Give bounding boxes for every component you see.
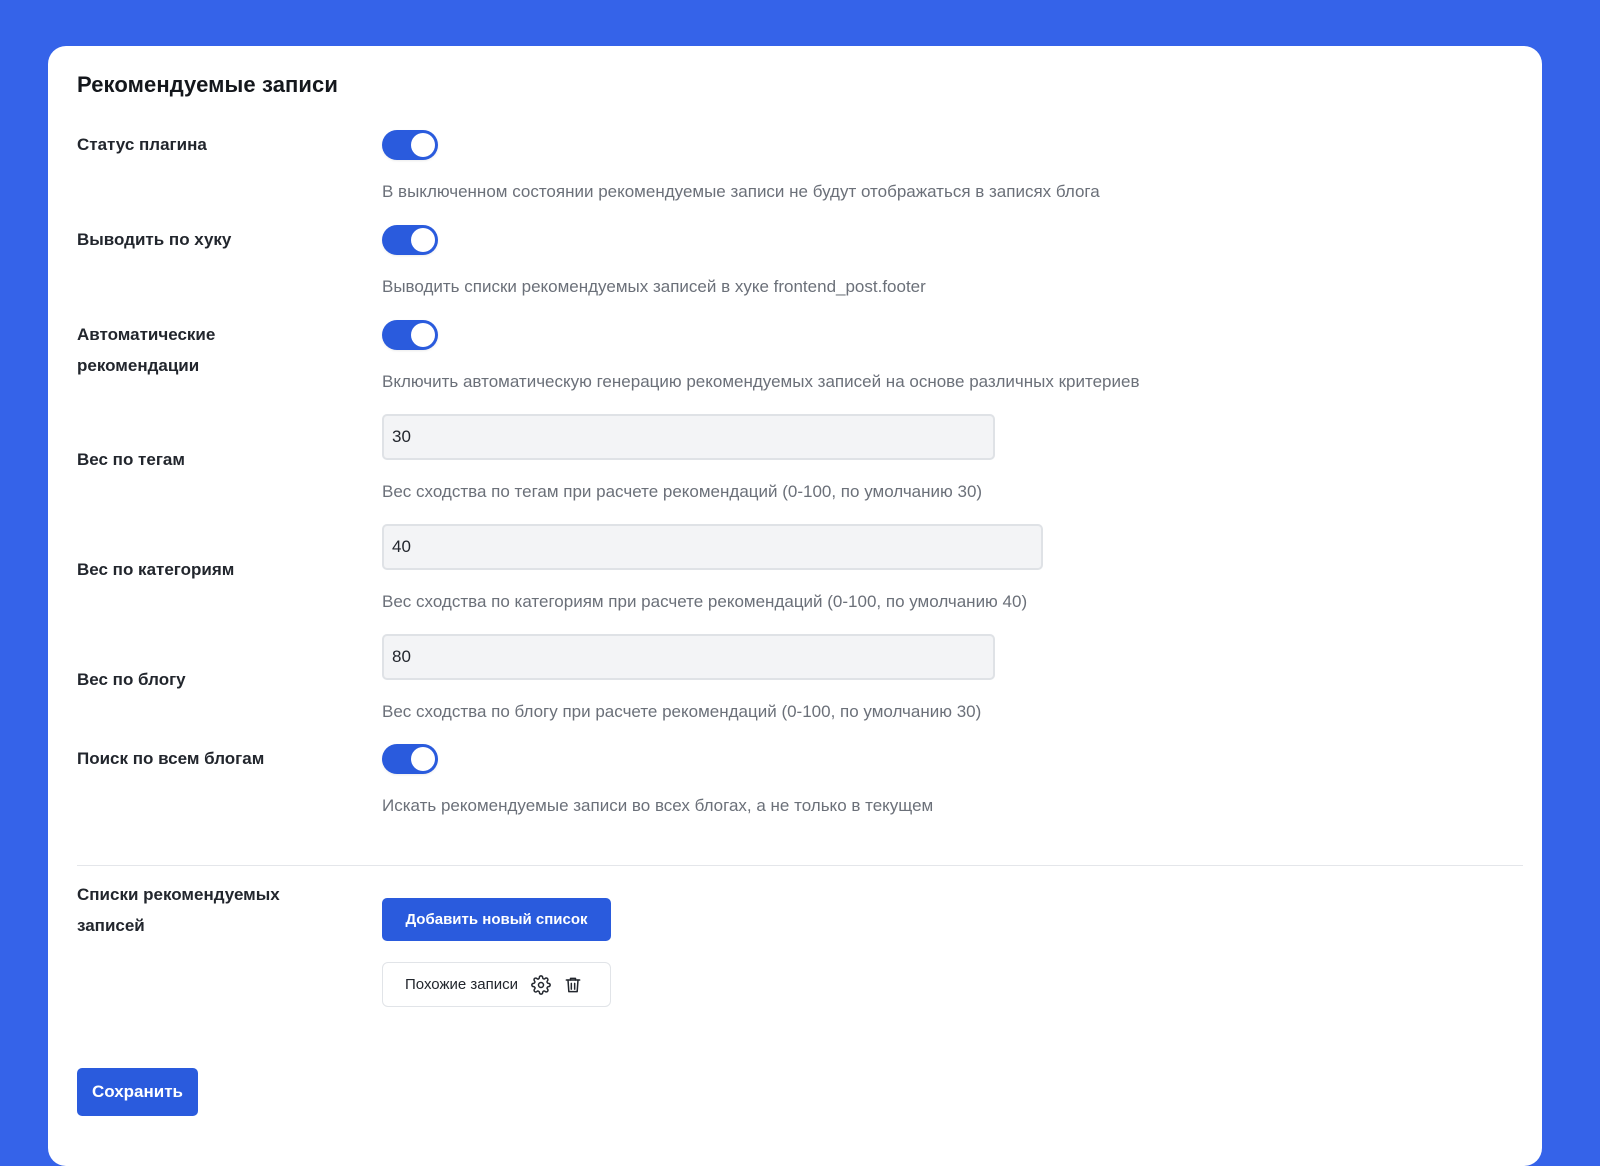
toggle-knob — [411, 747, 435, 771]
save-button[interactable]: Сохранить — [77, 1068, 198, 1116]
auto-recommendations-label-line1: Автоматические — [77, 325, 216, 344]
categories-weight-hint: Вес сходства по категориям при расчете р… — [382, 592, 1028, 611]
blog-weight-label: Вес по блогу — [77, 670, 186, 689]
hook-output-hint: Выводить списки рекомендуемых записей в … — [382, 277, 926, 296]
all-blogs-search-label: Поиск по всем блогам — [77, 749, 265, 768]
plugin-status-hint: В выключенном состоянии рекомендуемые за… — [382, 182, 1100, 201]
recommended-lists-label-line1: Списки рекомендуемых — [77, 885, 280, 904]
toggle-knob — [411, 133, 435, 157]
settings-card: Рекомендуемые записи Статус плагина В вы… — [48, 46, 1542, 1166]
list-item: Похожие записи — [382, 962, 611, 1007]
toggle-knob — [411, 323, 435, 347]
toggle-knob — [411, 228, 435, 252]
tags-weight-label: Вес по тегам — [77, 450, 185, 469]
tags-weight-input[interactable] — [382, 414, 995, 460]
auto-recommendations-label-line2: рекомендации — [77, 356, 200, 375]
gear-icon[interactable] — [528, 972, 554, 998]
list-item-name: Похожие записи — [405, 976, 518, 993]
blog-weight-input[interactable] — [382, 634, 995, 680]
auto-recommendations-label: Автоматические рекомендации — [77, 319, 337, 381]
plugin-status-label: Статус плагина — [77, 135, 207, 154]
categories-weight-label: Вес по категориям — [77, 560, 235, 579]
add-list-button[interactable]: Добавить новый список — [382, 898, 611, 941]
hook-output-toggle[interactable] — [382, 225, 438, 255]
all-blogs-search-hint: Искать рекомендуемые записи во всех блог… — [382, 796, 934, 815]
recommended-lists-label-line2: записей — [77, 916, 145, 935]
recommended-lists-label: Списки рекомендуемых записей — [77, 879, 337, 941]
plugin-status-toggle[interactable] — [382, 130, 438, 160]
all-blogs-search-toggle[interactable] — [382, 744, 438, 774]
blog-weight-hint: Вес сходства по блогу при расчете рекоме… — [382, 702, 982, 721]
page-title: Рекомендуемые записи — [77, 72, 339, 97]
section-divider — [77, 865, 1523, 866]
auto-recommendations-toggle[interactable] — [382, 320, 438, 350]
auto-recommendations-hint: Включить автоматическую генерацию рекоме… — [382, 372, 1140, 391]
hook-output-label: Выводить по хуку — [77, 230, 232, 249]
categories-weight-input[interactable] — [382, 524, 1043, 570]
trash-icon[interactable] — [560, 972, 586, 998]
tags-weight-hint: Вес сходства по тегам при расчете рекоме… — [382, 482, 983, 501]
